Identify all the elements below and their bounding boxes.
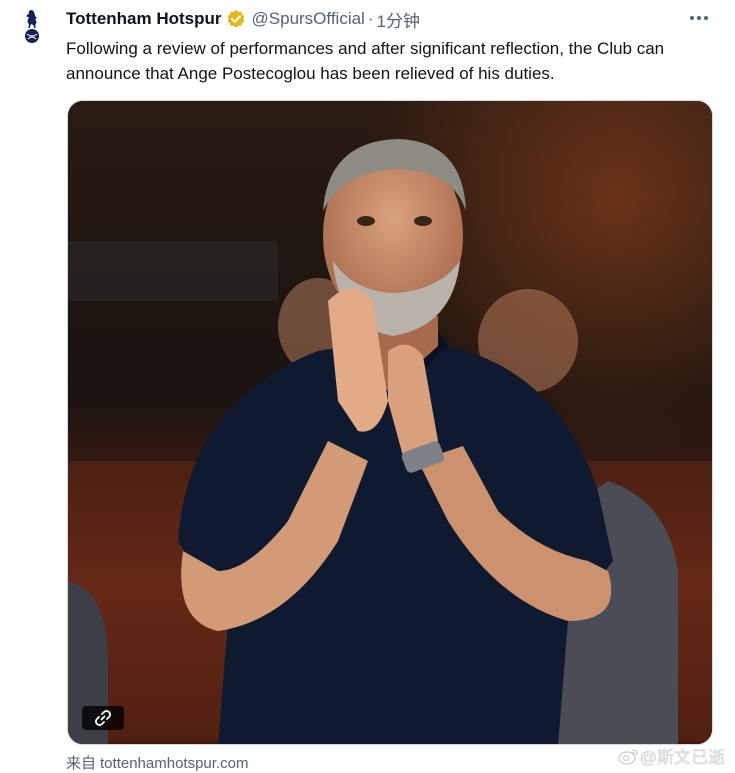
verified-badge-icon (226, 9, 246, 29)
author-name[interactable]: Tottenham Hotspur (66, 9, 222, 29)
source-domain-link[interactable]: tottenhamhotspur.com (100, 755, 248, 772)
link-icon[interactable] (82, 706, 124, 730)
weibo-icon (618, 748, 638, 765)
tweet-header: Tottenham Hotspur @SpursOfficial · 1分钟 (66, 7, 715, 32)
watermark: @斯文已逝 (618, 743, 725, 768)
tweet-media-photo[interactable] (67, 100, 713, 745)
source-label: 来自 (66, 755, 97, 772)
watermark-text: @斯文已逝 (639, 748, 725, 767)
tweet-timestamp[interactable]: 1分钟 (377, 7, 420, 32)
tweet: Tottenham Hotspur @SpursOfficial · 1分钟 F… (0, 0, 735, 773)
author-handle[interactable]: @SpursOfficial (252, 9, 365, 29)
header-separator: · (367, 9, 374, 28)
tweet-text: Following a review of performances and a… (66, 39, 665, 83)
more-options-icon[interactable] (685, 6, 713, 30)
photo-man-applauding (68, 101, 712, 744)
spurs-cockerel-logo (25, 10, 39, 43)
tweet-source: 来自 tottenhamhotspur.com (66, 752, 248, 773)
avatar[interactable] (10, 6, 54, 50)
